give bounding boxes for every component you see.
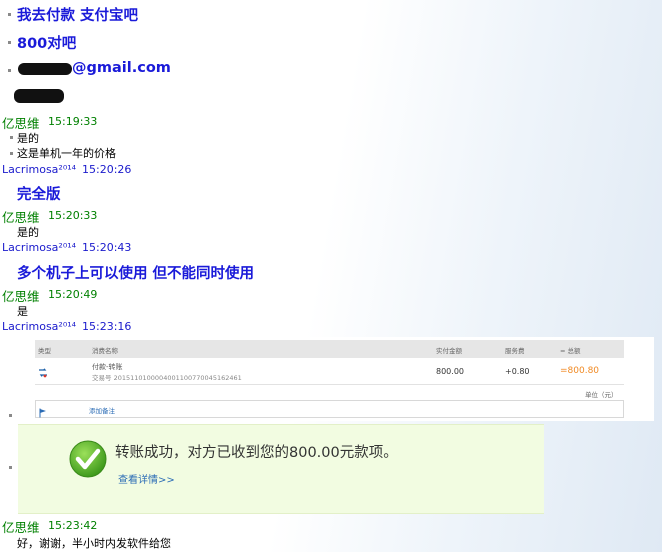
column-header-fee: 服务费 <box>505 347 525 355</box>
table-divider <box>35 384 624 385</box>
row-serial: 交易号 2015110100004001100770045162461 <box>92 374 242 382</box>
row-paid: 800.00 <box>436 367 464 376</box>
row-title: 付款-转账 <box>92 363 123 371</box>
chat-message: 是的 <box>17 226 39 239</box>
email-domain: @gmail.com <box>72 60 171 76</box>
timestamp: 15:20:43 <box>82 241 132 254</box>
timestamp: 15:19:33 <box>48 115 98 128</box>
chat-message: 完全版 <box>17 187 61 203</box>
unit-label: 单位（元） <box>585 391 618 399</box>
column-header-name: 消费名称 <box>92 347 118 355</box>
chat-message: 这是单机一年的价格 <box>17 147 116 160</box>
timestamp: 15:20:49 <box>48 288 98 301</box>
add-note-row[interactable]: 添加备注 <box>35 400 624 418</box>
chat-message: 800对吧 <box>17 36 77 52</box>
timestamp: 15:23:16 <box>82 320 132 333</box>
checkmark-icon <box>69 440 107 482</box>
sender-name: 亿思维 <box>2 520 40 535</box>
list-bullet <box>8 13 11 16</box>
view-details-link[interactable]: 查看详情>> <box>118 471 175 486</box>
list-bullet <box>8 69 11 72</box>
add-note-link[interactable]: 添加备注 <box>89 405 115 415</box>
transfer-success-panel: 转账成功，对方已收到您的800.00元款项。 查看详情>> <box>18 424 544 514</box>
list-bullet <box>9 466 12 469</box>
chat-message: 是的 <box>17 132 39 145</box>
timestamp: 15:20:33 <box>48 209 98 222</box>
chat-message: 我去付款 支付宝吧 <box>17 8 139 24</box>
table-header <box>35 340 624 358</box>
transfer-icon <box>38 363 48 382</box>
row-fee: +0.80 <box>505 367 530 376</box>
list-bullet <box>10 152 13 155</box>
timestamp: 15:23:42 <box>48 519 98 532</box>
success-message: 转账成功，对方已收到您的800.00元款项。 <box>115 445 398 461</box>
payment-detail-table: 类型 消费名称 实付金额 服务费 = 总额 付款-转账 交易号 20151101… <box>32 337 654 421</box>
sender-name: Lacrimosa²⁰¹⁴ <box>2 320 77 333</box>
chat-message: 是 <box>17 305 28 318</box>
list-bullet <box>8 41 11 44</box>
flag-icon <box>39 403 47 422</box>
column-header-paid: 实付金额 <box>436 347 462 355</box>
sender-name: Lacrimosa²⁰¹⁴ <box>2 163 77 176</box>
chat-message: 多个机子上可以使用 但不能同时使用 <box>17 266 255 282</box>
chat-message: 好，谢谢，半小时内发软件给您 <box>17 537 171 550</box>
redacted-email-user <box>18 63 72 75</box>
list-bullet <box>10 136 13 139</box>
redacted-message <box>14 89 64 103</box>
list-bullet <box>9 414 12 417</box>
sender-name: Lacrimosa²⁰¹⁴ <box>2 241 77 254</box>
row-total: =800.80 <box>560 366 600 376</box>
column-header-total: = 总额 <box>560 347 581 355</box>
column-header-type: 类型 <box>38 347 51 355</box>
timestamp: 15:20:26 <box>82 163 132 176</box>
